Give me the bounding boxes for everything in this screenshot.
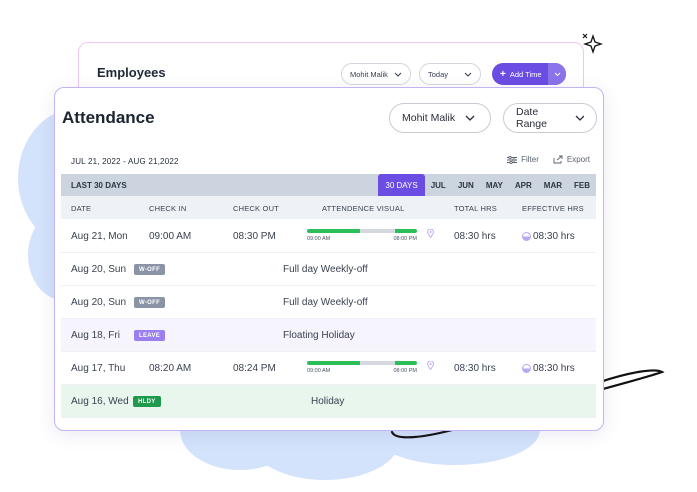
- status-badge: W-OFF: [134, 264, 166, 275]
- chevron-down-icon: [554, 72, 560, 76]
- row-date: Aug 20, Sun: [71, 264, 127, 275]
- filter-button[interactable]: Filter: [507, 155, 539, 164]
- row-date: Aug 21, Mon: [71, 231, 128, 242]
- month-tab[interactable]: APR: [509, 174, 538, 196]
- attendance-bar: [307, 361, 417, 365]
- attendance-card: Attendance Mohit Malik Date Range JUL 21…: [54, 87, 604, 431]
- row-date: Aug 20, Sun: [71, 297, 127, 308]
- status-badge: HLDY: [133, 396, 161, 407]
- row-check-out: 08:24 PM: [233, 363, 276, 374]
- visual-end-time: 08:00 PM: [393, 368, 417, 374]
- period-bar: LAST 30 DAYS 30 DAYS JUL JUN MAY APR MAR FEB: [61, 174, 596, 196]
- month-tabs: 30 DAYS JUL JUN MAY APR MAR FEB: [378, 174, 596, 196]
- export-label: Export: [566, 155, 590, 164]
- attendance-bar-segment: [394, 361, 417, 365]
- filter-icon: [507, 155, 518, 164]
- row-total-hrs: 08:30 hrs: [454, 231, 496, 242]
- visual-start-time: 09:00 AM: [307, 368, 331, 374]
- date-select[interactable]: Today: [419, 63, 482, 85]
- table-row[interactable]: Aug 16, Wed HLDY Holiday: [61, 385, 596, 418]
- page-title: Attendance: [62, 108, 155, 127]
- table-header: DATE CHECK IN CHECK OUT ATTENDENCE VISUA…: [61, 196, 596, 219]
- date-range-select-value: Date Range: [516, 106, 547, 130]
- filter-label: Filter: [521, 155, 539, 164]
- row-note: Full day Weekly-off: [283, 297, 368, 308]
- chevron-down-icon: [575, 115, 584, 121]
- row-note: Holiday: [311, 396, 345, 407]
- location-pin-icon[interactable]: [427, 229, 434, 238]
- date-range-text: JUL 21, 2022 - AUG 21,2022: [71, 157, 179, 166]
- attendance-bar-segment: [394, 229, 417, 233]
- employees-title: Employees: [97, 65, 166, 80]
- attendance-bar-segment: [359, 229, 395, 233]
- row-check-out: 08:30 PM: [233, 231, 276, 242]
- row-date: Aug 16, Wed: [71, 396, 129, 407]
- row-effective-hrs: 08:30 hrs: [533, 363, 575, 374]
- plus-icon: +: [500, 68, 506, 80]
- row-total-hrs: 08:30 hrs: [454, 363, 496, 374]
- attendance-bar-segment: [307, 361, 360, 365]
- visual-start-time: 09:00 AM: [307, 236, 331, 242]
- location-pin-icon[interactable]: [427, 361, 434, 370]
- status-badge: LEAVE: [134, 330, 166, 341]
- row-date: Aug 18, Fri: [71, 330, 120, 341]
- table-row[interactable]: Aug 21, Mon 09:00 AM 08:30 PM 09:00 AM 08:00…: [61, 220, 596, 253]
- attendance-visual: 09:00 AM 08:00 PM: [307, 361, 417, 379]
- month-tab[interactable]: MAY: [480, 174, 509, 196]
- add-time-label: Add Time: [509, 69, 542, 79]
- table-row[interactable]: Aug 18, Fri LEAVE Floating Holiday: [61, 319, 596, 352]
- effective-hrs-icon: [522, 232, 531, 241]
- attendance-table: JUL 21, 2022 - AUG 21,2022 Filter Export…: [61, 146, 596, 422]
- table-tools: Filter Export: [507, 155, 590, 164]
- col-check-in: CHECK IN: [149, 204, 187, 213]
- export-button[interactable]: Export: [553, 155, 590, 164]
- status-badge: W-OFF: [134, 297, 166, 308]
- table-row[interactable]: Aug 20, Sun W-OFF Full day Weekly-off: [61, 286, 596, 319]
- employee-select-value: Mohit Malik: [402, 112, 456, 124]
- attendance-bar-segment: [307, 229, 360, 233]
- row-date: Aug 17, Thu: [71, 363, 126, 374]
- employee-select[interactable]: Mohit Malik: [389, 103, 491, 133]
- month-tab[interactable]: JUL: [425, 174, 452, 196]
- effective-hrs-icon: [522, 364, 531, 373]
- col-effective-hrs: EFFECTIVE HRS: [522, 204, 584, 213]
- period-label: LAST 30 DAYS: [71, 181, 127, 190]
- chevron-down-icon: [394, 72, 402, 77]
- col-check-out: CHECK OUT: [233, 204, 279, 213]
- month-tab[interactable]: FEB: [568, 174, 596, 196]
- export-icon: [553, 155, 563, 164]
- month-tab[interactable]: 30 DAYS: [378, 174, 425, 196]
- employee-select-value: Mohit Malik: [350, 69, 388, 79]
- visual-end-time: 08:00 PM: [393, 236, 417, 242]
- row-check-in: 08:20 AM: [149, 363, 192, 374]
- row-note: Floating Holiday: [283, 330, 355, 341]
- row-check-in: 09:00 AM: [149, 231, 192, 242]
- attendance-visual: 09:00 AM 08:00 PM: [307, 229, 417, 247]
- employee-select[interactable]: Mohit Malik: [341, 63, 411, 85]
- col-total-hrs: TOTAL HRS: [454, 204, 497, 213]
- row-note: Full day Weekly-off: [283, 264, 368, 275]
- table-row[interactable]: Aug 20, Sun W-OFF Full day Weekly-off: [61, 253, 596, 286]
- attendance-bar-segment: [359, 361, 395, 365]
- date-range-select[interactable]: Date Range: [503, 103, 597, 133]
- chevron-down-icon: [465, 115, 475, 121]
- attendance-bar: [307, 229, 417, 233]
- table-row[interactable]: Aug 17, Thu 08:20 AM 08:24 PM 09:00 AM 08:00…: [61, 352, 596, 385]
- date-select-value: Today: [428, 69, 449, 79]
- col-attendance-visual: ATTENDENCE VISUAL: [322, 204, 405, 213]
- add-time-button[interactable]: + Add Time: [492, 63, 566, 85]
- row-effective-hrs: 08:30 hrs: [533, 231, 575, 242]
- month-tab[interactable]: MAR: [538, 174, 568, 196]
- month-tab[interactable]: JUN: [452, 174, 480, 196]
- add-time-dropdown[interactable]: [548, 63, 566, 85]
- col-date: DATE: [71, 204, 92, 213]
- sparkle-icon: [582, 33, 604, 55]
- chevron-down-icon: [464, 72, 472, 77]
